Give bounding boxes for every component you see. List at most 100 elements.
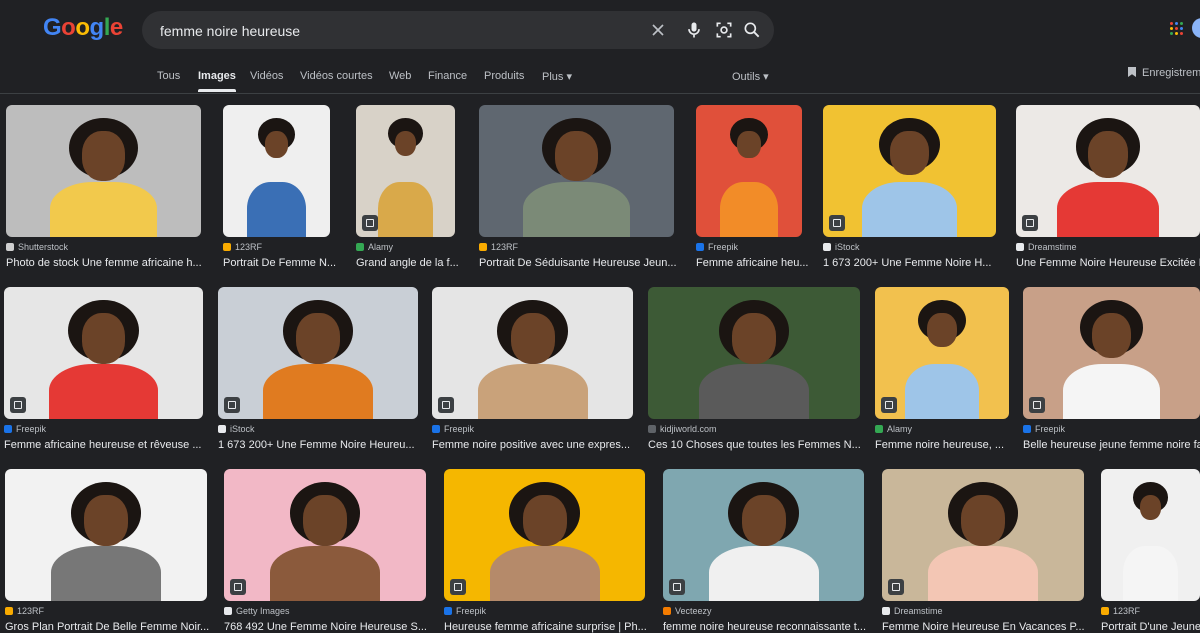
- image-thumbnail[interactable]: [4, 287, 203, 419]
- image-thumbnail[interactable]: [875, 287, 1009, 419]
- microphone-icon[interactable]: [684, 20, 704, 40]
- result-source[interactable]: kidjiworld.com: [648, 424, 717, 434]
- image-thumbnail[interactable]: [696, 105, 802, 237]
- result-source[interactable]: Shutterstock: [6, 242, 68, 252]
- person-body: [477, 363, 588, 419]
- tools-button[interactable]: Outils ▾: [732, 70, 769, 83]
- result-title[interactable]: Heureuse femme africaine surprise | Ph..…: [444, 621, 659, 633]
- result-title[interactable]: Femme africaine heureuse et rêveuse ...: [4, 439, 217, 451]
- image-result[interactable]: Getty Images 768 492 Une Femme Noire Heur…: [224, 469, 427, 633]
- tab-produits[interactable]: Produits: [484, 70, 524, 82]
- tab-plus[interactable]: Plus ▾: [542, 70, 572, 83]
- logo-e: e: [109, 14, 123, 41]
- image-results-grid: Shutterstock Photo de stock Une femme afr…: [0, 94, 1200, 633]
- image-thumbnail[interactable]: [663, 469, 864, 601]
- result-title[interactable]: Une Femme Noire Heureuse Excitée Le...: [1016, 257, 1200, 269]
- image-result[interactable]: Freepik Femme africaine heu...: [696, 105, 809, 275]
- image-thumbnail[interactable]: [444, 469, 645, 601]
- image-thumbnail[interactable]: [648, 287, 860, 419]
- result-title[interactable]: Femme africaine heu...: [696, 257, 816, 269]
- result-source[interactable]: Freepik: [696, 242, 738, 252]
- result-source[interactable]: Freepik: [1023, 424, 1065, 434]
- result-title[interactable]: Femme noire positive avec une expres...: [432, 439, 647, 451]
- source-favicon-icon: [875, 425, 883, 433]
- image-thumbnail[interactable]: [5, 469, 207, 601]
- result-title[interactable]: femme noire heureuse reconnaissante t...: [663, 621, 878, 633]
- result-source[interactable]: Dreamstime: [1016, 242, 1077, 252]
- image-result[interactable]: 123RF Portrait D'une Jeune...: [1101, 469, 1200, 633]
- result-source[interactable]: Alamy: [875, 424, 912, 434]
- result-source[interactable]: Vecteezy: [663, 606, 712, 616]
- image-result[interactable]: Dreamstime Femme Noire Heureuse En Vacanc…: [882, 469, 1085, 633]
- result-title[interactable]: Portrait D'une Jeune...: [1101, 621, 1200, 633]
- result-title[interactable]: Gros Plan Portrait De Belle Femme Noir..…: [5, 621, 221, 633]
- search-icon[interactable]: [742, 20, 762, 40]
- result-source[interactable]: iStock: [218, 424, 255, 434]
- image-result[interactable]: 123RF Gros Plan Portrait De Belle Femme N…: [5, 469, 209, 633]
- result-source[interactable]: Freepik: [432, 424, 474, 434]
- image-thumbnail[interactable]: [223, 105, 330, 237]
- person-body: [489, 545, 600, 601]
- result-title[interactable]: Photo de stock Une femme africaine h...: [6, 257, 215, 269]
- image-result[interactable]: iStock 1 673 200+ Une Femme Noire H...: [823, 105, 996, 275]
- result-source[interactable]: iStock: [823, 242, 860, 252]
- result-title[interactable]: 1 673 200+ Une Femme Noire Heureu...: [218, 439, 432, 451]
- image-thumbnail[interactable]: [479, 105, 674, 237]
- image-result[interactable]: Alamy Femme noire heureuse, ...: [875, 287, 1009, 457]
- tab-tous[interactable]: Tous: [157, 70, 180, 82]
- result-source[interactable]: Dreamstime: [882, 606, 943, 616]
- image-badge-icon: [1022, 215, 1038, 231]
- result-source[interactable]: 123RF: [479, 242, 518, 252]
- result-title[interactable]: Femme Noire Heureuse En Vacances P...: [882, 621, 1098, 633]
- image-result[interactable]: Shutterstock Photo de stock Une femme afr…: [6, 105, 202, 275]
- result-source[interactable]: 123RF: [223, 242, 262, 252]
- result-source[interactable]: Alamy: [356, 242, 393, 252]
- image-thumbnail[interactable]: [432, 287, 633, 419]
- image-thumbnail[interactable]: [356, 105, 455, 237]
- result-source[interactable]: Getty Images: [224, 606, 290, 616]
- search-input[interactable]: [158, 11, 632, 51]
- tab-videos-courtes[interactable]: Vidéos courtes: [300, 70, 373, 82]
- saved-button[interactable]: Enregistrements: [1128, 67, 1200, 79]
- image-result[interactable]: kidjiworld.com Ces 10 Choses que toutes l…: [648, 287, 861, 457]
- camera-search-icon[interactable]: [714, 20, 734, 40]
- image-result[interactable]: Freepik Heureuse femme africaine surprise…: [444, 469, 647, 633]
- result-title[interactable]: Ces 10 Choses que toutes les Femmes N...: [648, 439, 874, 451]
- image-thumbnail[interactable]: [882, 469, 1084, 601]
- result-title[interactable]: 768 492 Une Femme Noire Heureuse S...: [224, 621, 440, 633]
- image-result[interactable]: iStock 1 673 200+ Une Femme Noire Heureu.…: [218, 287, 418, 457]
- result-title[interactable]: Belle heureuse jeune femme noire fa...: [1023, 439, 1200, 451]
- google-logo[interactable]: Google: [43, 14, 123, 42]
- image-result[interactable]: 123RF Portrait De Séduisante Heureuse Jeu…: [479, 105, 677, 275]
- image-thumbnail[interactable]: [218, 287, 418, 419]
- image-result[interactable]: Freepik Femme africaine heureuse et rêveu…: [4, 287, 203, 457]
- image-result[interactable]: Freepik Belle heureuse jeune femme noire …: [1023, 287, 1200, 457]
- image-thumbnail[interactable]: [1101, 469, 1200, 601]
- tab-videos[interactable]: Vidéos: [250, 70, 283, 82]
- result-source[interactable]: Freepik: [444, 606, 486, 616]
- tab-images[interactable]: Images: [198, 70, 236, 92]
- result-title[interactable]: Portrait De Séduisante Heureuse Jeun...: [479, 257, 688, 269]
- image-result[interactable]: Freepik Femme noire positive avec une exp…: [432, 287, 633, 457]
- tab-finance[interactable]: Finance: [428, 70, 467, 82]
- result-title[interactable]: 1 673 200+ Une Femme Noire H...: [823, 257, 1010, 269]
- image-result[interactable]: Vecteezy femme noire heureuse reconnaissa…: [663, 469, 866, 633]
- result-title[interactable]: Grand angle de la f...: [356, 257, 469, 269]
- image-thumbnail[interactable]: [224, 469, 426, 601]
- result-source[interactable]: 123RF: [5, 606, 44, 616]
- image-thumbnail[interactable]: [1023, 287, 1200, 419]
- tab-web[interactable]: Web: [389, 70, 411, 82]
- google-apps-icon[interactable]: [1170, 22, 1184, 36]
- result-source[interactable]: Freepik: [4, 424, 46, 434]
- result-title[interactable]: Portrait De Femme N...: [223, 257, 344, 269]
- result-source[interactable]: 123RF: [1101, 606, 1140, 616]
- image-result[interactable]: Dreamstime Une Femme Noire Heureuse Excit…: [1016, 105, 1200, 275]
- account-avatar[interactable]: [1192, 18, 1200, 38]
- image-result[interactable]: 123RF Portrait De Femme N...: [223, 105, 336, 275]
- image-thumbnail[interactable]: [6, 105, 201, 237]
- result-title[interactable]: Femme noire heureuse, ...: [875, 439, 1023, 451]
- image-thumbnail[interactable]: [823, 105, 996, 237]
- clear-icon[interactable]: [648, 20, 668, 40]
- image-result[interactable]: Alamy Grand angle de la f...: [356, 105, 459, 275]
- image-thumbnail[interactable]: [1016, 105, 1200, 237]
